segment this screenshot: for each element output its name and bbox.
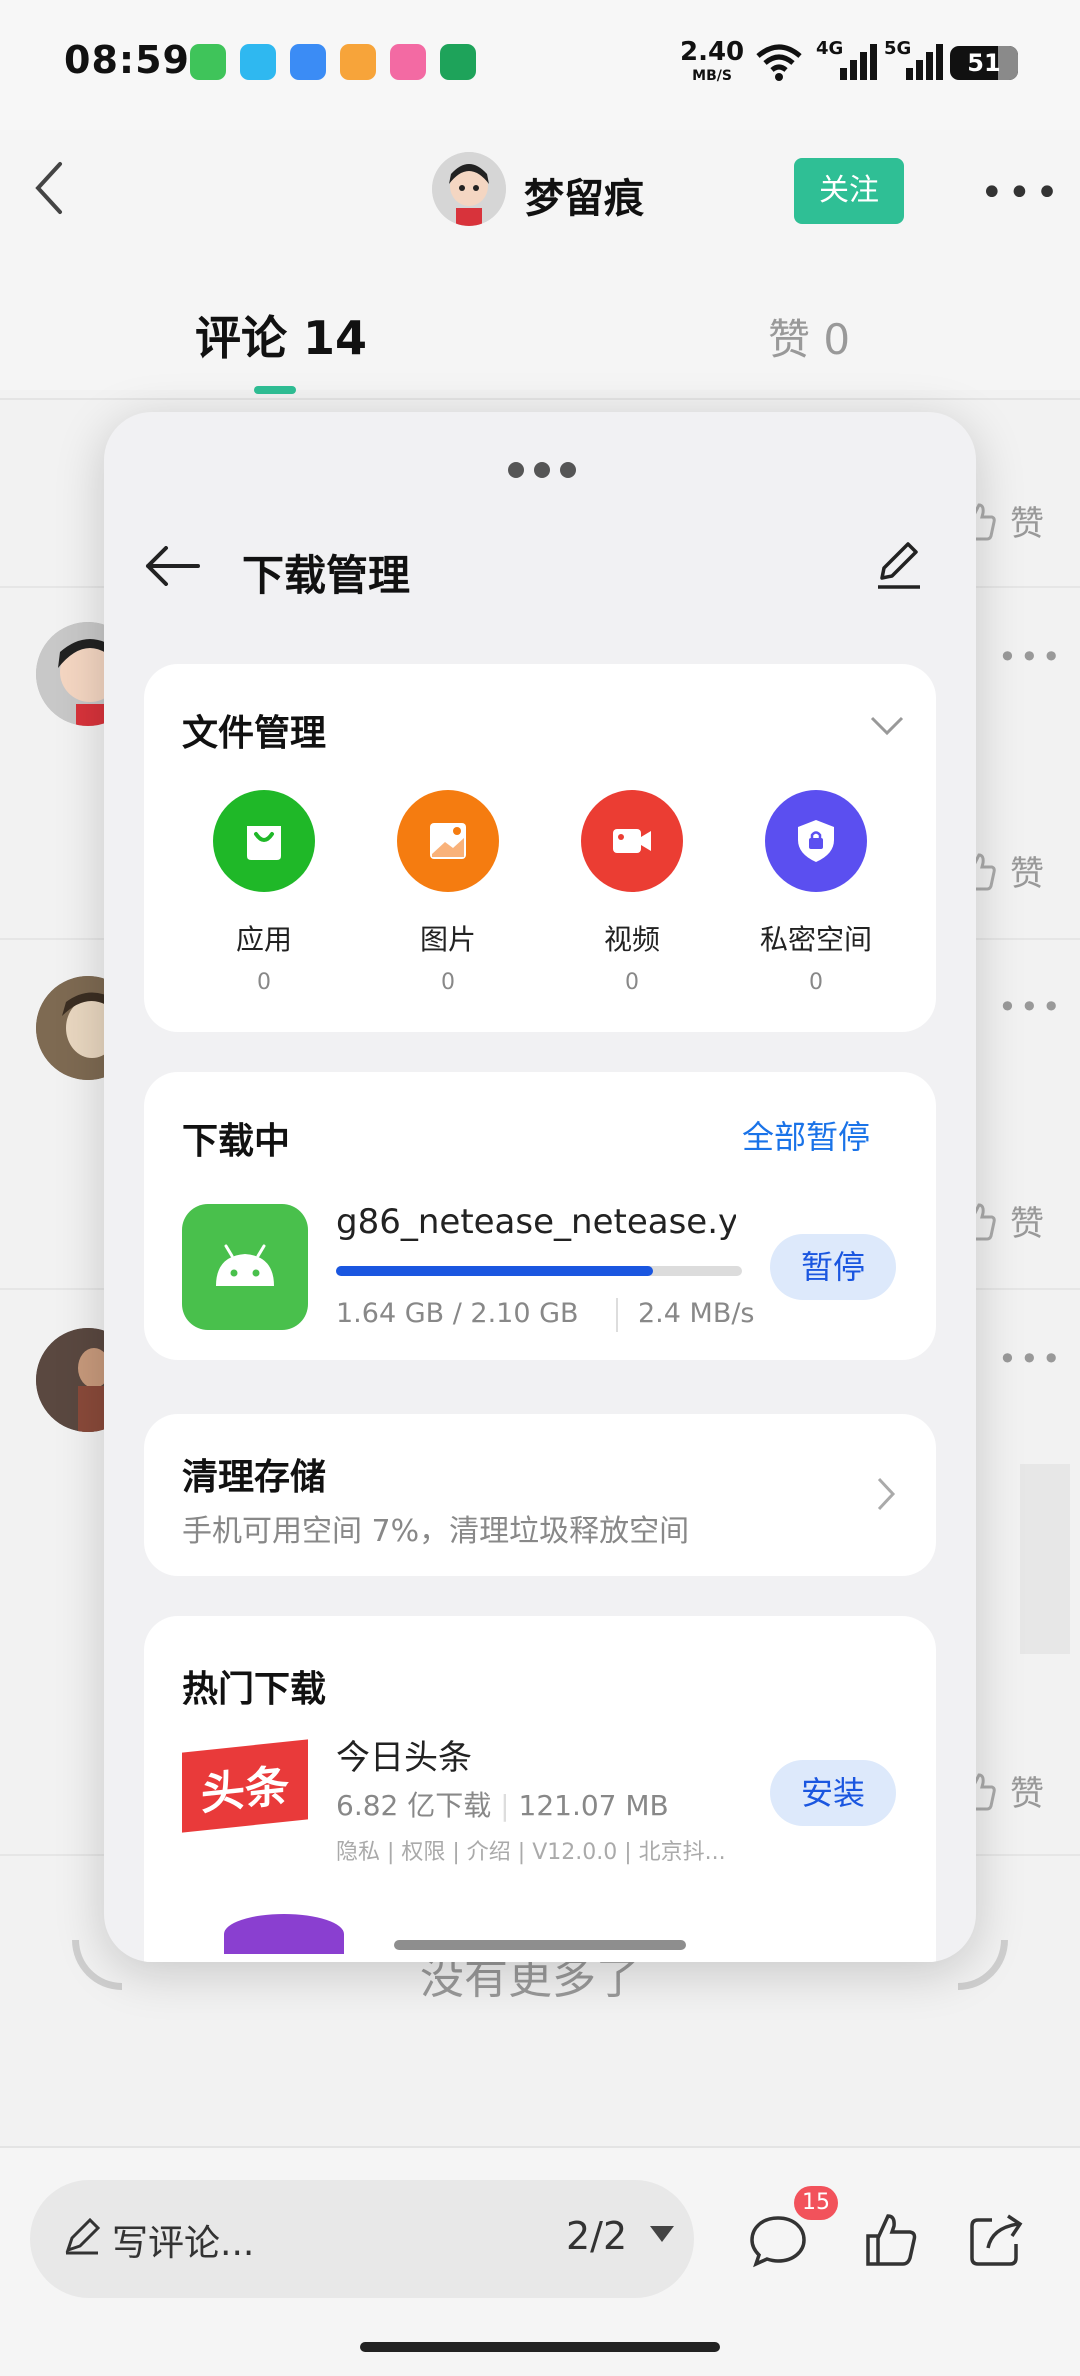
download-file-name: g86_netease_netease.y... (336, 1202, 736, 1242)
loading-arc-left (72, 1940, 122, 1990)
app-icon-3 (290, 44, 326, 80)
share-icon[interactable] (966, 2210, 1026, 2270)
comment-count-badge: 15 (794, 2186, 838, 2220)
category-apps-circle (213, 790, 315, 892)
comment-more-icon[interactable]: ••• (998, 1340, 1064, 1378)
download-speed: 2.4 MB/s (638, 1298, 755, 1329)
install-button[interactable]: 安装 (770, 1760, 896, 1826)
window-resize-handle[interactable] (394, 1940, 686, 1950)
pause-button[interactable]: 暂停 (770, 1234, 896, 1300)
hot-app-name[interactable]: 今日头条 (336, 1730, 472, 1779)
android-app-icon (182, 1204, 308, 1330)
shopping-bag-icon (247, 826, 281, 860)
app-icon-5 (390, 44, 426, 80)
download-progress-fill (336, 1266, 653, 1276)
clean-storage-title: 清理存储 (182, 1457, 327, 1498)
clean-storage-card[interactable]: 清理存储 手机可用空间 7%，清理垃圾释放空间 (144, 1414, 936, 1576)
network-speed: 2.40 MB/S (680, 37, 745, 88)
quoted-comment-block (1020, 1464, 1070, 1654)
category-images[interactable]: 图片 0 (358, 790, 538, 995)
app-icon-6 (440, 44, 476, 80)
comment-more-icon[interactable]: ••• (998, 638, 1064, 676)
author-name[interactable]: 梦留痕 (524, 166, 644, 224)
app-icon-4 (340, 44, 376, 80)
video-icon (613, 829, 651, 853)
category-apps[interactable]: 应用 0 (174, 790, 354, 995)
category-count: 0 (809, 970, 823, 995)
signal-2-bars-icon (906, 40, 943, 80)
image-icon (430, 823, 466, 859)
lock-shield-icon (798, 820, 834, 862)
download-manager-title: 下载管理 (242, 551, 411, 600)
loading-arc-right (958, 1940, 1008, 1990)
notification-app-icons (190, 44, 476, 80)
hot-app-size: 121.07 MB (518, 1789, 669, 1822)
like-label: 赞 (1010, 1204, 1044, 1244)
category-private-circle (765, 790, 867, 892)
home-indicator[interactable] (360, 2342, 720, 2352)
clean-storage-subtitle: 手机可用空间 7%，清理垃圾释放空间 (182, 1514, 690, 1549)
downloading-card: 下载中 全部暂停 g86_netease_netease.y... 1.64 G… (144, 1072, 936, 1360)
category-count: 0 (257, 970, 271, 995)
status-time: 08:59 (64, 38, 190, 82)
toutiao-logo: 头条 (182, 1739, 308, 1833)
like-label: 赞 (1010, 504, 1044, 544)
header-divider (0, 398, 1080, 400)
category-label: 私密空间 (759, 923, 872, 956)
hot-downloads-card: 热门下载 头条 今日头条 6.82 亿下载 | 121.07 MB 隐私 | 权… (144, 1616, 936, 1962)
net-speed-unit: MB/S (692, 68, 732, 84)
category-images-circle (397, 790, 499, 892)
app-icon-1 (190, 44, 226, 80)
downloading-title: 下载中 (182, 1121, 291, 1162)
download-progress-bar (336, 1266, 742, 1276)
battery-indicator: 51 (950, 46, 1018, 80)
more-horizontal-icon[interactable]: ••• (980, 170, 1063, 216)
author-avatar[interactable] (432, 152, 506, 226)
comment-bubble-icon[interactable] (748, 2210, 808, 2270)
category-label: 视频 (603, 923, 660, 956)
next-app-icon-partial (224, 1914, 344, 1954)
hot-app-meta: 6.82 亿下载 | 121.07 MB (336, 1789, 669, 1822)
like-label: 赞 (1010, 854, 1044, 894)
download-manager-window: 下载管理 文件管理 应用 0 图片 0 视频 0 私密空间 0 下载中 全部暂停… (104, 412, 976, 1962)
caret-down-icon[interactable] (650, 2226, 674, 2242)
hot-app-tags[interactable]: 隐私 | 权限 | 介绍 | V12.0.0 | 北京抖... (336, 1834, 726, 1866)
pen-icon (65, 2217, 101, 2255)
follow-button[interactable]: 关注 (794, 158, 904, 224)
arrow-left-icon[interactable] (144, 546, 200, 586)
active-tab-indicator (254, 386, 296, 394)
category-videos-circle (581, 790, 683, 892)
like-label: 赞 (1010, 1774, 1044, 1814)
comment-more-icon[interactable]: ••• (998, 988, 1064, 1026)
thumbs-up-icon[interactable] (862, 2210, 922, 2270)
signal-1-bars-icon (840, 40, 877, 80)
chevron-down-icon[interactable] (870, 716, 904, 736)
window-options-icon[interactable] (508, 462, 576, 478)
category-videos[interactable]: 视频 0 (542, 790, 722, 995)
category-label: 应用 (235, 923, 292, 956)
meta-separator (616, 1298, 618, 1332)
chevron-right-icon (877, 1477, 896, 1511)
page-indicator[interactable]: 2/2 (566, 2214, 627, 2258)
hot-downloads-title: 热门下载 (182, 1669, 327, 1710)
hot-app-downloads: 6.82 亿下载 (336, 1789, 492, 1822)
pause-all-button[interactable]: 全部暂停 (742, 1112, 870, 1158)
net-speed-value: 2.40 (680, 37, 745, 67)
tab-likes[interactable]: 赞 0 (768, 306, 850, 367)
edit-icon[interactable] (874, 540, 922, 590)
category-count: 0 (441, 970, 455, 995)
app-icon-2 (240, 44, 276, 80)
category-count: 0 (625, 970, 639, 995)
comment-placeholder[interactable]: 写评论... (112, 2214, 254, 2266)
back-icon[interactable] (32, 160, 64, 216)
tab-comments[interactable]: 评论 14 (195, 302, 367, 368)
category-label: 图片 (419, 923, 476, 956)
file-management-title: 文件管理 (182, 713, 327, 754)
file-management-card: 文件管理 应用 0 图片 0 视频 0 私密空间 0 (144, 664, 936, 1032)
wifi-icon (756, 44, 802, 81)
download-size: 1.64 GB / 2.10 GB (336, 1298, 579, 1329)
category-private-space[interactable]: 私密空间 0 (726, 790, 906, 995)
